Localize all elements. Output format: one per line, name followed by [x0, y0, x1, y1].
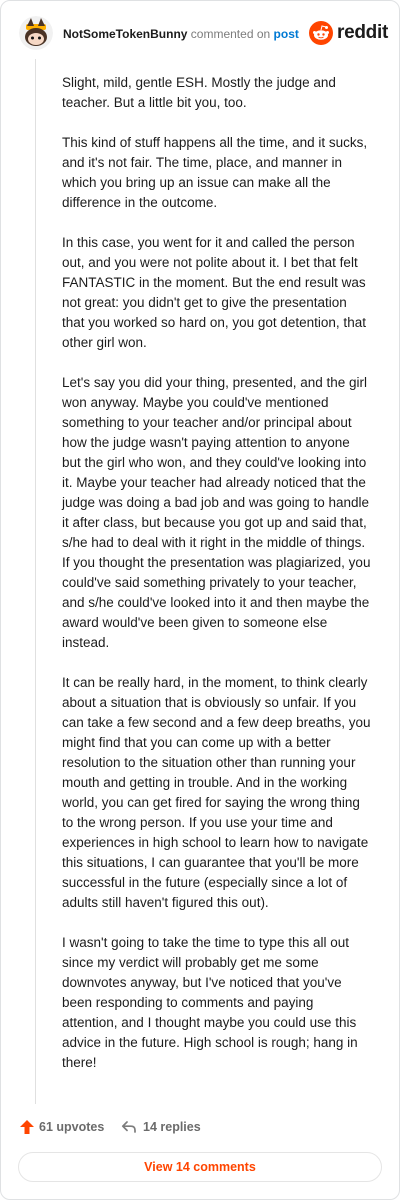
comment-paragraph: This kind of stuff happens all the time,…	[62, 135, 368, 210]
reddit-logo-icon	[309, 21, 333, 45]
reddit-logo[interactable]: reddit	[309, 20, 388, 46]
view-comments-button[interactable]: View 14 comments	[18, 1152, 382, 1182]
comment-body: Slight, mild, gentle ESH. Mostly the jud…	[62, 73, 372, 1093]
comment-paragraph: Slight, mild, gentle ESH. Mostly the jud…	[62, 75, 336, 110]
user-avatar[interactable]	[19, 16, 53, 50]
replies-button[interactable]: 14 replies	[121, 1119, 201, 1135]
comment-paragraph: In this case, you went for it and called…	[62, 235, 366, 350]
thread-line	[35, 59, 36, 1104]
author-name[interactable]: NotSomeTokenBunny	[63, 27, 187, 41]
reply-arrow-icon	[121, 1121, 136, 1133]
comment-paragraph: I wasn't going to take the time to type …	[62, 935, 358, 1070]
upvote-count: 61 upvotes	[39, 1120, 105, 1134]
reply-count: 14 replies	[143, 1120, 201, 1134]
comment-card: NotSomeTokenBunny commented on post redd…	[0, 0, 400, 1200]
comment-meta: NotSomeTokenBunny commented on post	[63, 26, 299, 42]
commented-on-text: commented on	[190, 27, 271, 41]
reddit-wordmark: reddit	[337, 22, 388, 43]
comment-header: NotSomeTokenBunny commented on post redd…	[19, 16, 388, 50]
post-link[interactable]: post	[274, 27, 299, 41]
comment-footer: 61 upvotes 14 replies	[19, 1117, 385, 1139]
comment-paragraph: It can be really hard, in the moment, to…	[62, 675, 371, 910]
comment-paragraph: Let's say you did your thing, presented,…	[62, 375, 371, 650]
upvote-arrow-icon	[20, 1120, 34, 1134]
upvote-button[interactable]: 61 upvotes	[19, 1119, 104, 1135]
